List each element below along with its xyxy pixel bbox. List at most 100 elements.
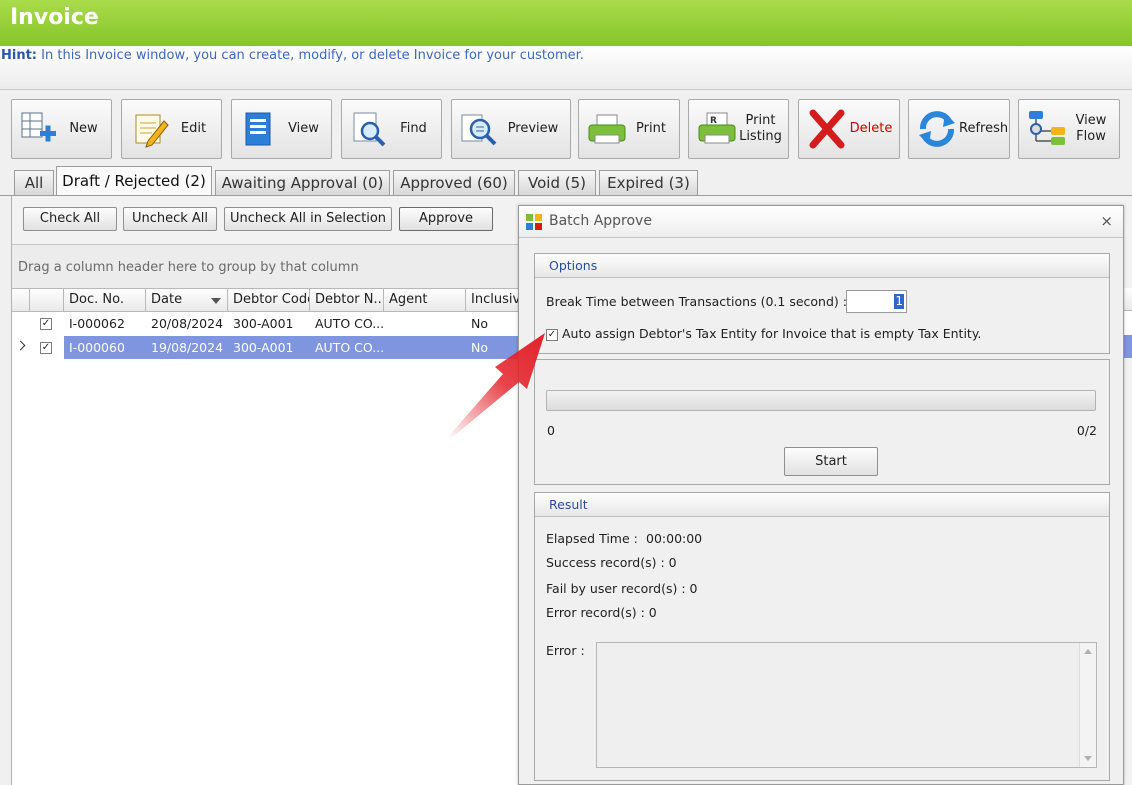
grid-header-overflow xyxy=(1124,288,1132,311)
break-time-label: Break Time between Transactions (0.1 sec… xyxy=(546,294,847,309)
window-title-bar: Invoice xyxy=(0,0,1132,46)
progress-bar xyxy=(546,390,1096,411)
delete-icon xyxy=(809,109,845,149)
close-icon[interactable]: × xyxy=(1100,212,1113,230)
date-cell: 19/08/2024 xyxy=(151,340,224,355)
uncheck-all-in-selection-button[interactable]: Uncheck All in Selection xyxy=(224,207,392,231)
hint-text: Hint: In this Invoice window, you can cr… xyxy=(1,48,584,63)
tab-draft-rejected[interactable]: Draft / Rejected (2) xyxy=(56,166,212,196)
dialog-title-bar[interactable]: Batch Approve × xyxy=(519,206,1123,238)
row-indicator-header xyxy=(12,289,30,312)
error-textbox[interactable] xyxy=(596,642,1097,768)
printer-icon xyxy=(588,114,626,144)
column-header-debtor-code[interactable]: Debtor Code xyxy=(228,289,310,312)
select-column-header[interactable] xyxy=(30,289,64,312)
grid-selected-row-overflow xyxy=(1124,335,1132,358)
tab-awaiting-approval[interactable]: Awaiting Approval (0) xyxy=(215,170,390,196)
agent-cell xyxy=(384,336,466,359)
edit-button[interactable]: Edit xyxy=(121,99,222,159)
column-header-doc-no[interactable]: Doc. No. xyxy=(64,289,146,312)
view-flow-button[interactable]: View Flow xyxy=(1018,99,1120,159)
tab-void[interactable]: Void (5) xyxy=(518,170,596,196)
column-header-inclusive[interactable]: Inclusive xyxy=(466,289,520,312)
fail-by-user-records: Fail by user record(s) : 0 xyxy=(546,581,698,596)
inclusive-cell: No xyxy=(471,316,488,331)
print-listing-label-line1: Print xyxy=(745,113,776,128)
elapsed-time-label: Elapsed Time : xyxy=(546,531,638,546)
column-header-debtor-name[interactable]: Debtor N... xyxy=(310,289,384,312)
group-by-hint: Drag a column header here to group by th… xyxy=(18,260,359,275)
start-button[interactable]: Start xyxy=(784,447,878,476)
uncheck-all-button[interactable]: Uncheck All xyxy=(123,207,217,231)
date-cell: 20/08/2024 xyxy=(151,316,224,331)
progress-group: 0 0/2 Start xyxy=(534,359,1110,485)
elapsed-time-value: 00:00:00 xyxy=(646,531,703,546)
auto-assign-checkbox[interactable]: ✓ xyxy=(546,329,558,341)
tab-all[interactable]: All xyxy=(14,170,54,196)
error-label: Error : xyxy=(546,643,585,658)
print-listing-label-line2: Listing xyxy=(739,129,782,144)
row-select-cell[interactable]: ✓ xyxy=(30,312,64,335)
grid-row-overflow xyxy=(1124,311,1132,335)
scroll-down-icon[interactable] xyxy=(1084,756,1092,761)
view-button[interactable]: View xyxy=(231,99,332,159)
table-row-selected[interactable]: ✓ I-000060 19/08/2024 300-A001 AUTO CO..… xyxy=(12,336,520,359)
doc-no-cell: I-000062 xyxy=(69,316,125,331)
row-checkbox[interactable]: ✓ xyxy=(40,342,52,354)
current-row-arrow-icon xyxy=(15,340,26,351)
scroll-up-icon[interactable] xyxy=(1084,649,1092,654)
break-time-value: 1 xyxy=(894,294,904,309)
agent-cell xyxy=(384,312,466,335)
tab-expired[interactable]: Expired (3) xyxy=(599,170,698,196)
row-indicator xyxy=(12,336,30,359)
find-button[interactable]: Find xyxy=(341,99,442,159)
refresh-icon xyxy=(919,111,955,147)
view-flow-icon xyxy=(1029,111,1065,145)
group-by-area[interactable]: Drag a column header here to group by th… xyxy=(12,244,522,289)
error-scrollbar[interactable] xyxy=(1079,643,1096,767)
print-label: Print xyxy=(636,121,666,136)
approve-button[interactable]: Approve xyxy=(399,207,493,231)
debtor-code-cell: 300-A001 xyxy=(233,340,294,355)
inclusive-cell: No xyxy=(471,340,488,355)
dialog-title: Batch Approve xyxy=(549,213,652,229)
new-label: New xyxy=(69,121,98,136)
view-flow-label: View Flow xyxy=(1069,113,1119,145)
column-header-agent[interactable]: Agent xyxy=(384,289,466,312)
status-tabs: All Draft / Rejected (2) Awaiting Approv… xyxy=(0,166,1132,196)
hint-bar: Hint: In this Invoice window, you can cr… xyxy=(0,46,1132,90)
print-button[interactable]: Print xyxy=(578,99,680,159)
print-listing-label: Print Listing xyxy=(739,113,788,145)
check-all-button[interactable]: Check All xyxy=(23,207,117,231)
options-group: Options Break Time between Transactions … xyxy=(534,253,1110,354)
column-header-date[interactable]: Date xyxy=(146,289,228,312)
success-records: Success record(s) : 0 xyxy=(546,555,677,570)
print-listing-button[interactable]: R Print Listing xyxy=(688,99,789,159)
table-row[interactable]: ✓ I-000062 20/08/2024 300-A001 AUTO CO..… xyxy=(12,312,520,335)
new-button[interactable]: New xyxy=(11,99,112,159)
view-label: View xyxy=(288,121,319,136)
main-toolbar: New Edit View Find Preview Print R Print… xyxy=(11,99,1132,159)
row-select-cell[interactable]: ✓ xyxy=(30,336,64,359)
delete-button[interactable]: Delete xyxy=(798,99,900,159)
progress-count: 0/2 xyxy=(1076,423,1097,438)
tab-approved[interactable]: Approved (60) xyxy=(393,170,515,196)
invoice-grid: Doc. No. Date Debtor Code Debtor N... Ag… xyxy=(12,288,520,785)
find-icon xyxy=(353,112,386,147)
delete-label: Delete xyxy=(849,121,893,136)
preview-label: Preview xyxy=(507,121,559,136)
batch-approve-dialog: Batch Approve × Options Break Time betwe… xyxy=(518,205,1124,785)
error-records: Error record(s) : 0 xyxy=(546,605,657,620)
result-title: Result xyxy=(535,493,1109,517)
app-icon xyxy=(526,214,542,230)
refresh-button[interactable]: Refresh xyxy=(908,99,1010,159)
debtor-code-cell: 300-A001 xyxy=(233,316,294,331)
print-listing-icon: R xyxy=(698,112,736,144)
debtor-name-cell: AUTO CO... xyxy=(315,316,384,331)
preview-icon xyxy=(461,114,497,146)
break-time-input[interactable]: 1 xyxy=(846,290,907,313)
preview-button[interactable]: Preview xyxy=(451,99,571,159)
view-flow-label-line2: Flow xyxy=(1076,129,1106,144)
hint-label: Hint: xyxy=(1,48,38,63)
row-checkbox[interactable]: ✓ xyxy=(40,318,52,330)
